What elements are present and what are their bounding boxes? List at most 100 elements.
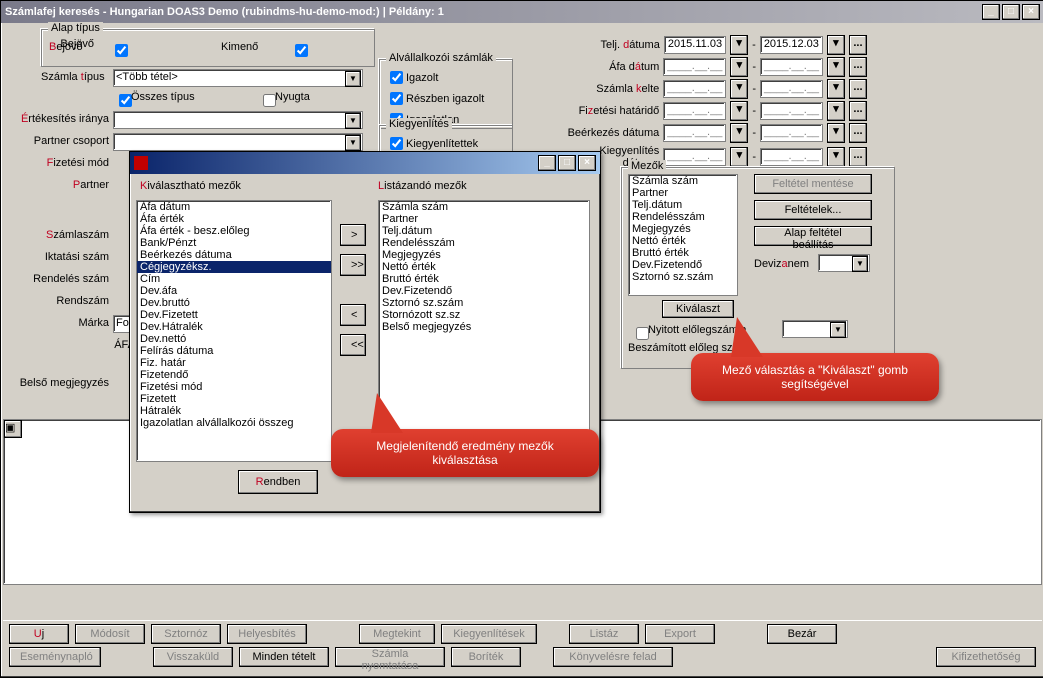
more-button[interactable]: ... (849, 79, 867, 99)
add-button[interactable]: > (340, 224, 366, 246)
chevron-down-icon[interactable]: ▼ (345, 71, 361, 87)
feltetel-mentese-button[interactable]: Feltétel mentése (754, 174, 872, 194)
remove-all-button[interactable]: << (340, 334, 366, 356)
date-from[interactable]: ____.__.__ (663, 124, 726, 142)
visszakuld-button[interactable]: Visszaküld (153, 647, 233, 667)
list-item[interactable]: Dev.Fizetendő (629, 259, 737, 271)
helyesbites-button[interactable]: Helyesbítés (227, 624, 307, 644)
alap-feltetel-button[interactable]: Alap feltétel beállítás (754, 226, 872, 246)
list-item[interactable]: Cégjegyzéksz. (137, 261, 331, 273)
list-item[interactable]: Fizetendő (137, 369, 331, 381)
combo-partner-csoport[interactable]: ▼ (113, 133, 363, 151)
remove-button[interactable]: < (340, 304, 366, 326)
listbox-available[interactable]: Áfa dátumÁfa értékÁfa érték - besz.előle… (136, 200, 332, 462)
konyveles-button[interactable]: Könyvelésre felad (553, 647, 673, 667)
list-item[interactable]: Sztornó sz.szám (629, 271, 737, 283)
list-item[interactable]: Áfa érték (137, 213, 331, 225)
chevron-down-icon[interactable]: ▾ (730, 57, 748, 77)
date-from[interactable]: ____.__.__ (663, 80, 726, 98)
chevron-down-icon[interactable]: ▾ (730, 123, 748, 143)
chevron-down-icon[interactable]: ▾ (827, 57, 845, 77)
list-item[interactable]: Hátralék (137, 405, 331, 417)
date-from[interactable]: ____.__.__ (663, 102, 726, 120)
chevron-down-icon[interactable]: ▾ (827, 123, 845, 143)
date-from[interactable]: ____.__.__ (663, 58, 726, 76)
list-item[interactable]: Számla szám (629, 175, 737, 187)
list-item[interactable]: Megjegyzés (629, 223, 737, 235)
list-item[interactable]: Belső megjegyzés (379, 321, 589, 333)
list-item[interactable]: Cím (137, 273, 331, 285)
combo-devizanem[interactable]: ▼ (818, 254, 870, 272)
list-item[interactable]: Stornózott sz.sz (379, 309, 589, 321)
minimize-icon[interactable]: _ (538, 155, 556, 171)
list-item[interactable]: Felírás dátuma (137, 345, 331, 357)
add-all-button[interactable]: >> (340, 254, 366, 276)
esemenynaplo-button[interactable]: Eseménynapló (9, 647, 101, 667)
list-item[interactable]: Dev.Fizetett (137, 309, 331, 321)
more-button[interactable]: ... (849, 123, 867, 143)
list-item[interactable]: Telj.dátum (379, 225, 589, 237)
more-button[interactable]: ... (849, 57, 867, 77)
more-button[interactable]: ... (849, 147, 867, 167)
list-item[interactable]: Bruttó érték (379, 273, 589, 285)
list-item[interactable]: Nettó érték (379, 261, 589, 273)
maximize-icon[interactable]: □ (558, 155, 576, 171)
date-to[interactable]: ____.__.__ (760, 102, 823, 120)
szamla-nyomtatasa-button[interactable]: Számla nyomtatása (335, 647, 445, 667)
list-item[interactable]: Áfa érték - besz.előleg (137, 225, 331, 237)
date-from[interactable]: ____.__.__ (663, 148, 726, 166)
combo-ertekesites[interactable]: ▼ (113, 111, 363, 129)
minimize-icon[interactable]: _ (982, 4, 1000, 20)
list-item[interactable]: Bruttó érték (629, 247, 737, 259)
date-to[interactable]: 2015.12.03 (760, 36, 823, 54)
list-item[interactable]: Dev.nettó (137, 333, 331, 345)
chevron-down-icon[interactable]: ▼ (345, 113, 361, 129)
checkbox-reszben[interactable] (390, 92, 403, 105)
export-button[interactable]: Export (645, 624, 715, 644)
list-item[interactable]: Dev.Hátralék (137, 321, 331, 333)
feltetelek-button[interactable]: Feltételek... (754, 200, 872, 220)
date-to[interactable]: ____.__.__ (760, 80, 823, 98)
listbox-mezok[interactable]: Számla számPartnerTelj.dátumRendelésszám… (628, 174, 738, 296)
boritek-button[interactable]: Boríték (451, 647, 521, 667)
chevron-down-icon[interactable]: ▾ (730, 147, 748, 167)
listbox-selected[interactable]: Számla számPartnerTelj.dátumRendelésszám… (378, 200, 590, 462)
checkbox-bejovo[interactable] (115, 44, 128, 57)
list-item[interactable]: Igazolatlan alvállalkozói összeg (137, 417, 331, 429)
maximize-icon[interactable]: □ (1002, 4, 1020, 20)
ok-button[interactable]: Rendben (238, 470, 318, 494)
chevron-down-icon[interactable]: ▾ (827, 79, 845, 99)
list-item[interactable]: Dev.Fizetendő (379, 285, 589, 297)
sztornoz-button[interactable]: Sztornóz (151, 624, 221, 644)
bezar-button[interactable]: Bezár (767, 624, 837, 644)
chevron-down-icon[interactable]: ▾ (730, 35, 748, 55)
list-item[interactable]: Partner (629, 187, 737, 199)
minden-tetelt-button[interactable]: Minden tételt (239, 647, 329, 667)
checkbox-igazolt[interactable] (390, 71, 403, 84)
date-to[interactable]: ____.__.__ (760, 148, 823, 166)
list-item[interactable]: Partner (379, 213, 589, 225)
chevron-down-icon[interactable]: ▼ (852, 256, 868, 272)
chevron-down-icon[interactable]: ▾ (827, 35, 845, 55)
uj-button[interactable]: Uj (9, 624, 69, 644)
checkbox-kimeno[interactable] (295, 44, 308, 57)
list-item[interactable]: Bank/Pénzt (137, 237, 331, 249)
list-item[interactable]: Telj.dátum (629, 199, 737, 211)
kifizethetoseg-button[interactable]: Kifizethetőség (936, 647, 1036, 667)
more-button[interactable]: ... (849, 35, 867, 55)
chevron-down-icon[interactable]: ▼ (345, 135, 361, 151)
modosit-button[interactable]: Módosít (75, 624, 145, 644)
combo-nyitott[interactable]: ▼ (782, 320, 848, 338)
more-button[interactable]: ... (849, 101, 867, 121)
list-item[interactable]: Sztornó sz.szám (379, 297, 589, 309)
combo-szamla-tipus[interactable]: <Több tétel>▼ (113, 69, 363, 87)
list-item[interactable]: Számla szám (379, 201, 589, 213)
kiegyenlitesek-button[interactable]: Kiegyenlítések (441, 624, 537, 644)
list-item[interactable]: Fizetési mód (137, 381, 331, 393)
chevron-down-icon[interactable]: ▾ (730, 79, 748, 99)
chevron-down-icon[interactable]: ▾ (827, 101, 845, 121)
chevron-down-icon[interactable]: ▼ (830, 322, 846, 338)
date-to[interactable]: ____.__.__ (760, 58, 823, 76)
list-item[interactable]: Áfa dátum (137, 201, 331, 213)
close-icon[interactable]: × (1022, 4, 1040, 20)
